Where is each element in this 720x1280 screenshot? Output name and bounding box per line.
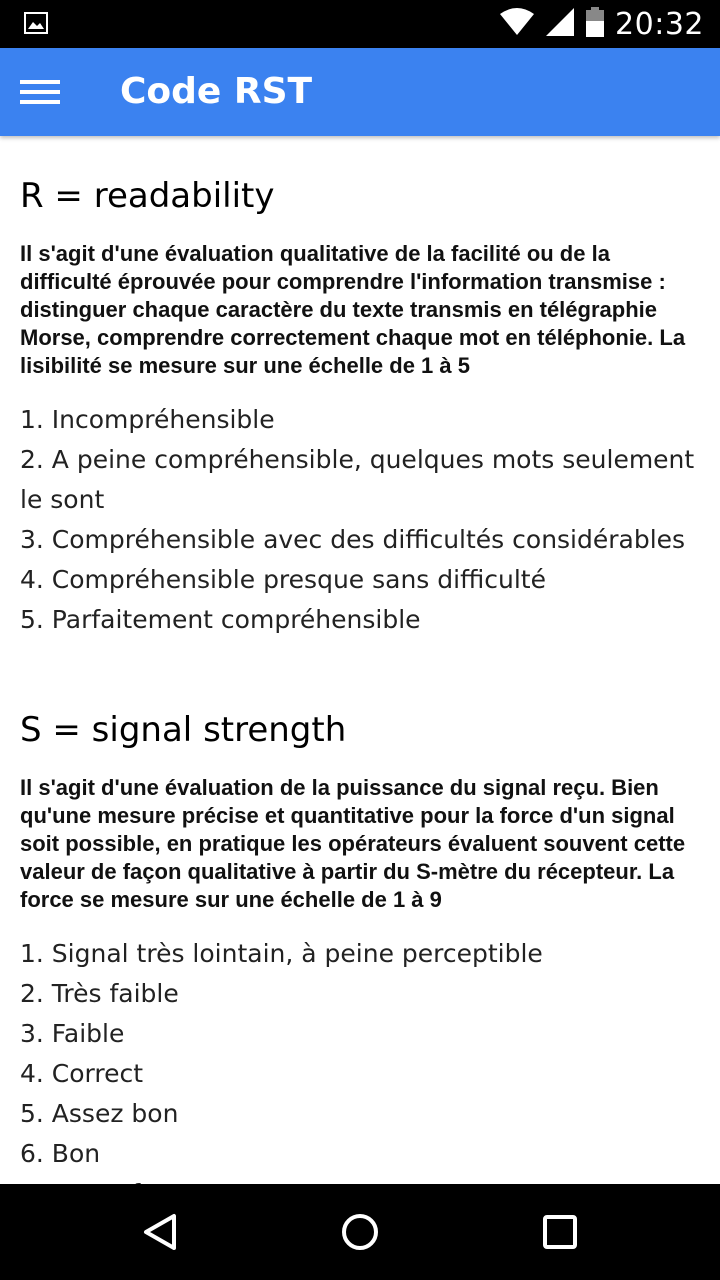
hamburger-menu-icon[interactable] bbox=[20, 76, 60, 108]
section-description: Il s'agit d'une évaluation qualitative d… bbox=[20, 241, 686, 378]
list-item: 1. Incompréhensible bbox=[20, 405, 275, 434]
battery-icon bbox=[585, 6, 605, 42]
image-notification-icon bbox=[24, 12, 48, 34]
list-item: 7. Assez fort bbox=[20, 1174, 700, 1184]
app-title: Code RST bbox=[120, 71, 313, 112]
list-item: 2. A peine compréhensible, quelques mots… bbox=[20, 445, 695, 514]
section-description: Il s'agit d'une évaluation de la puissan… bbox=[20, 775, 686, 912]
readability-section: R = readability Il s'agit d'une évaluati… bbox=[20, 174, 700, 640]
status-time: 20:32 bbox=[615, 6, 704, 42]
signal-icon bbox=[545, 7, 575, 42]
back-icon[interactable] bbox=[136, 1208, 184, 1256]
recents-icon[interactable] bbox=[536, 1208, 584, 1256]
list-item: 4. Correct bbox=[20, 1059, 144, 1088]
list-item: 5. Parfaitement compréhensible bbox=[20, 605, 421, 634]
list-item: 5. Assez bon bbox=[20, 1099, 179, 1128]
home-icon[interactable] bbox=[336, 1208, 384, 1256]
section-title: R = readability bbox=[20, 176, 275, 216]
scale-list: 1. Incompréhensible 2. A peine compréhen… bbox=[20, 400, 700, 640]
list-item: 3. Faible bbox=[20, 1019, 125, 1048]
list-item: 2. Très faible bbox=[20, 979, 179, 1008]
list-item: 6. Bon bbox=[20, 1139, 101, 1168]
navigation-bar bbox=[0, 1184, 720, 1280]
list-item: 3. Compréhensible avec des difficultés c… bbox=[20, 525, 686, 554]
signal-strength-section: S = signal strength Il s'agit d'une éval… bbox=[20, 708, 700, 1184]
scale-list: 1. Signal très lointain, à peine percept… bbox=[20, 934, 700, 1184]
content-scroll-area[interactable]: R = readability Il s'agit d'une évaluati… bbox=[0, 136, 720, 1184]
app-bar: Code RST bbox=[0, 48, 720, 136]
list-item: 4. Compréhensible presque sans difficult… bbox=[20, 565, 546, 594]
list-item: 1. Signal très lointain, à peine percept… bbox=[20, 939, 543, 968]
wifi-icon bbox=[499, 7, 535, 41]
status-bar: 20:32 bbox=[0, 0, 720, 48]
section-title: S = signal strength bbox=[20, 710, 347, 750]
